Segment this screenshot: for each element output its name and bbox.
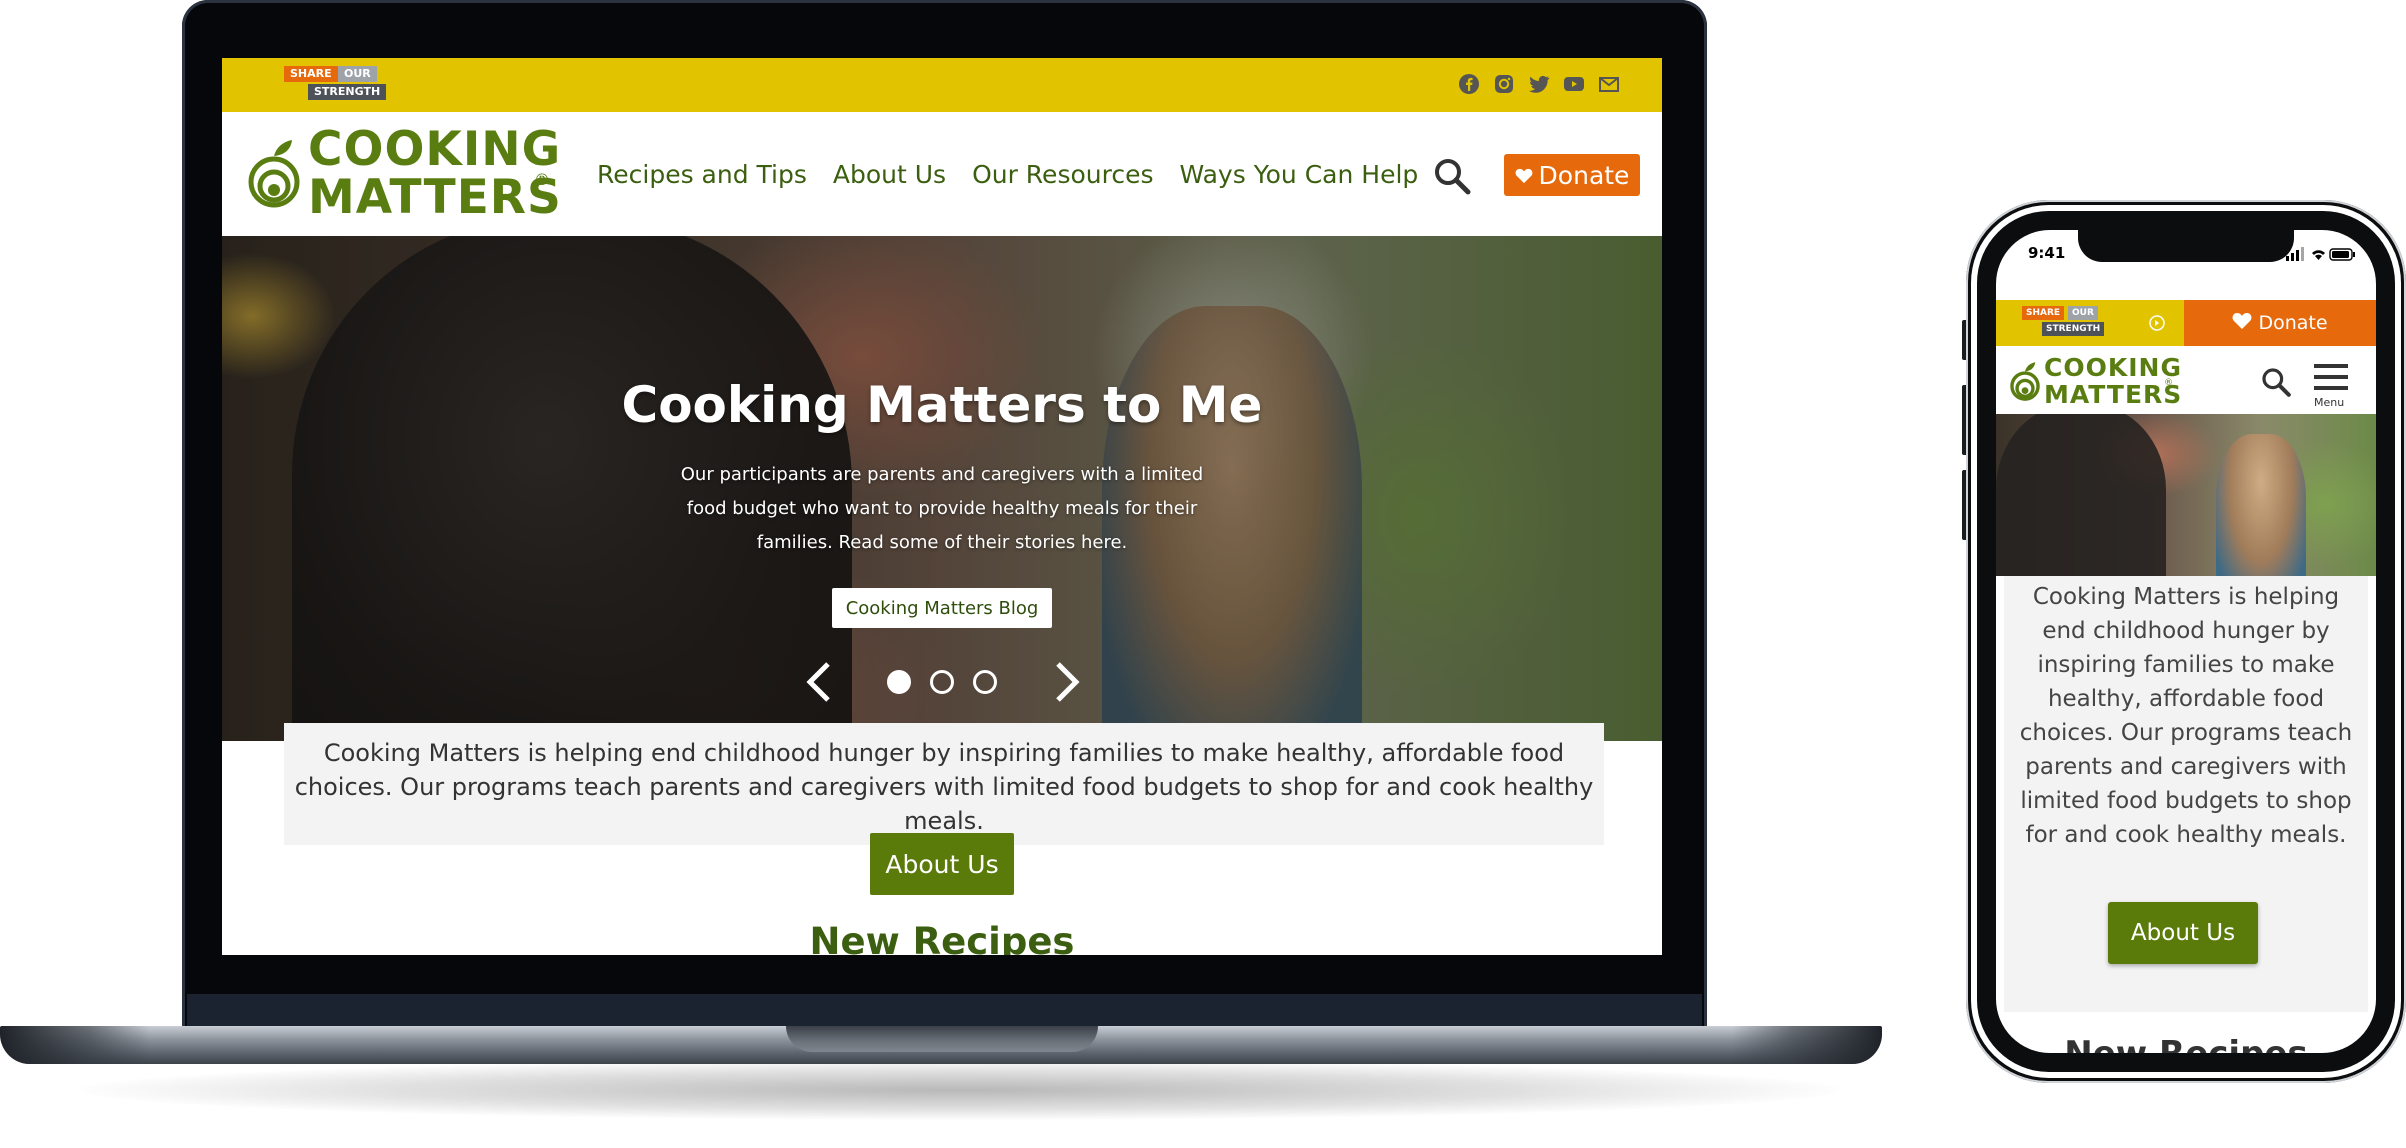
laptop-base-edge bbox=[0, 1026, 150, 1064]
brand-strength: STRENGTH bbox=[2042, 322, 2105, 336]
heart-icon bbox=[1515, 161, 1533, 190]
nav-ways-you-can-help[interactable]: Ways You Can Help bbox=[1179, 160, 1418, 189]
youtube-icon[interactable] bbox=[1562, 72, 1586, 96]
laptop-screen: SHARE OUR STRENGTH COOKING MATTERS ® Rec… bbox=[222, 58, 1662, 955]
carousel-next-arrow-icon[interactable] bbox=[1052, 660, 1082, 704]
hero-carousel: Cooking Matters to Me Our participants a… bbox=[222, 236, 1662, 741]
main-nav: Recipes and Tips About Us Our Resources … bbox=[597, 112, 1418, 236]
nav-recipes-and-tips[interactable]: Recipes and Tips bbox=[597, 160, 807, 189]
logo-line-2: MATTERS bbox=[2044, 380, 2183, 409]
search-icon[interactable] bbox=[1432, 156, 1472, 196]
registered-mark: ® bbox=[2164, 378, 2173, 388]
phone-donate-button[interactable]: Donate bbox=[2184, 300, 2376, 346]
donate-label: Donate bbox=[1538, 160, 1630, 190]
phone-notch bbox=[2078, 230, 2294, 262]
logo-line-2: MATTERS bbox=[308, 170, 562, 225]
cooking-matters-logo-icon[interactable] bbox=[2010, 360, 2040, 402]
nav-about-us[interactable]: About Us bbox=[833, 160, 946, 189]
brand-share: SHARE bbox=[284, 66, 338, 82]
status-time: 9:41 bbox=[2028, 244, 2066, 262]
carousel-dot-2[interactable] bbox=[930, 670, 954, 694]
site-header: COOKING MATTERS ® Recipes and Tips About… bbox=[222, 112, 1662, 236]
share-our-strength-logo[interactable]: SHARE OUR STRENGTH bbox=[284, 66, 394, 106]
search-icon[interactable] bbox=[2260, 366, 2292, 398]
intro-text: Cooking Matters is helping end childhood… bbox=[294, 739, 1594, 835]
donate-button[interactable]: Donate bbox=[1504, 154, 1640, 196]
email-icon[interactable] bbox=[1597, 72, 1621, 96]
laptop-shadow bbox=[80, 1060, 1840, 1120]
laptop-base-edge bbox=[1732, 1026, 1882, 1064]
phone-intro-text: Cooking Matters is helping end childhood… bbox=[2019, 584, 2353, 848]
cooking-matters-blog-button[interactable]: Cooking Matters Blog bbox=[832, 588, 1052, 628]
menu-label[interactable]: Menu bbox=[2314, 396, 2344, 409]
donate-label: Donate bbox=[2258, 312, 2328, 334]
phone-about-us-button[interactable]: About Us bbox=[2108, 902, 2258, 964]
nav-our-resources[interactable]: Our Resources bbox=[972, 160, 1153, 189]
brand-our: OUR bbox=[338, 66, 377, 82]
heart-icon bbox=[2232, 312, 2252, 335]
phone-new-recipes-heading: New Recipes bbox=[1996, 1034, 2376, 1053]
facebook-icon[interactable] bbox=[1457, 72, 1481, 96]
cooking-matters-logo-icon[interactable] bbox=[248, 136, 300, 210]
hero-subtitle: Our participants are parents and caregiv… bbox=[680, 464, 1204, 553]
brand-our: OUR bbox=[2068, 306, 2098, 320]
carousel-dot-1[interactable] bbox=[887, 670, 911, 694]
logo-line-1: COOKING bbox=[308, 122, 562, 177]
info-circle-icon[interactable] bbox=[2148, 314, 2166, 332]
phone-site-header: COOKING MATTERS ® Menu bbox=[1996, 346, 2376, 414]
hero-title: Cooking Matters to Me bbox=[621, 376, 1263, 434]
hamburger-menu-icon[interactable] bbox=[2312, 362, 2350, 392]
carousel-dot-3[interactable] bbox=[973, 670, 997, 694]
status-icons bbox=[2286, 246, 2356, 261]
hero-photo-man bbox=[1996, 414, 2166, 576]
registered-mark: ® bbox=[534, 170, 550, 189]
phone-hero-image bbox=[1996, 414, 2376, 576]
share-our-strength-logo[interactable]: SHARE OUR STRENGTH bbox=[2022, 306, 2122, 342]
hero-photo-girl bbox=[2216, 434, 2306, 576]
new-recipes-heading: New Recipes bbox=[809, 920, 1075, 955]
twitter-icon[interactable] bbox=[1527, 72, 1551, 96]
site-logo-text[interactable]: COOKING MATTERS bbox=[308, 126, 608, 222]
site-logo-text[interactable]: COOKING MATTERS bbox=[2044, 354, 2182, 408]
laptop-hinge-notch bbox=[786, 1026, 1098, 1052]
top-utility-bar: SHARE OUR STRENGTH bbox=[222, 58, 1662, 112]
carousel-prev-arrow-icon[interactable] bbox=[804, 660, 834, 704]
about-us-button[interactable]: About Us bbox=[870, 833, 1014, 895]
brand-share: SHARE bbox=[2022, 306, 2065, 320]
logo-line-1: COOKING bbox=[2044, 353, 2182, 382]
phone-screen: 9:41 SHARE OUR STRENGTH Donate COOKING M… bbox=[1996, 230, 2376, 1053]
instagram-icon[interactable] bbox=[1492, 72, 1516, 96]
brand-strength: STRENGTH bbox=[308, 84, 387, 100]
